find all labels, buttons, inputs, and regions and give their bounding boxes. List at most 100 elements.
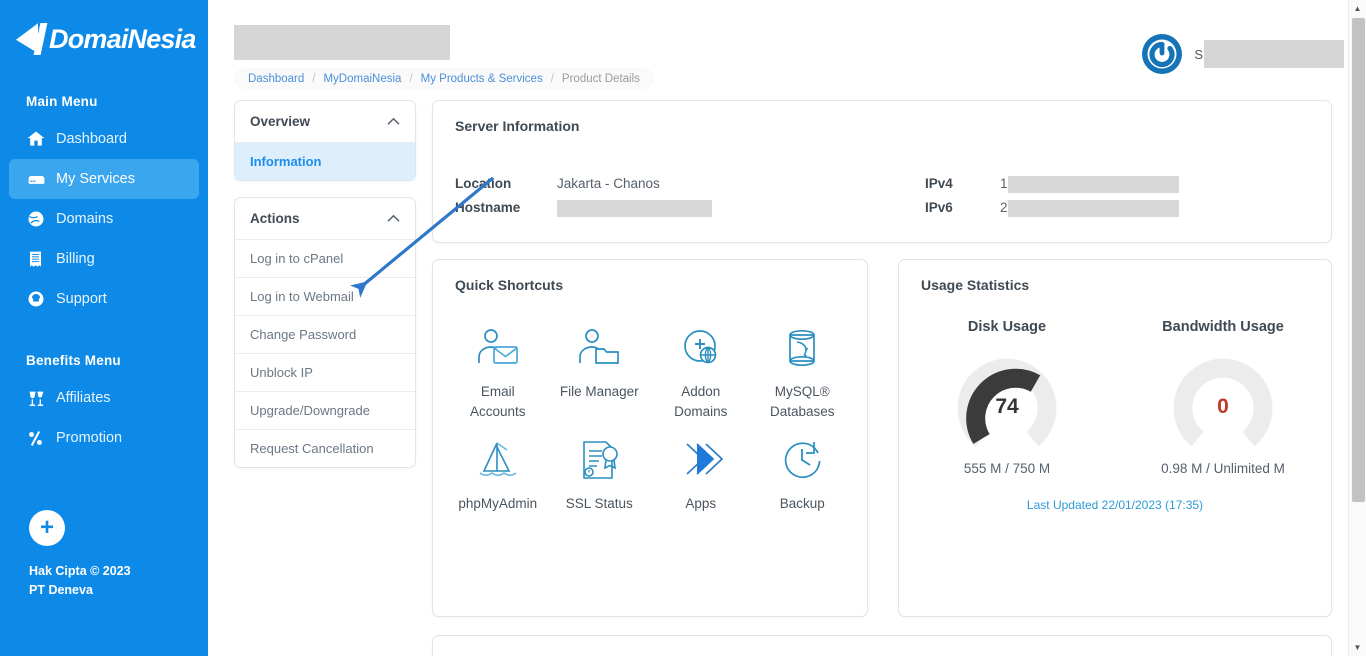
scroll-up-arrow-icon[interactable]: ▲ — [1349, 0, 1366, 17]
shortcut-apps[interactable]: Apps — [650, 435, 752, 514]
breadcrumb-item-my-products-services[interactable]: My Products & Services — [421, 73, 543, 85]
sidebar-item-my-services[interactable]: My Services — [9, 159, 199, 199]
scrollbar-thumb[interactable] — [1352, 18, 1365, 502]
shortcut-email-accounts[interactable]: Email Accounts — [447, 323, 549, 421]
bandwidth-usage-value: 0 — [1217, 395, 1229, 418]
breadcrumb: Dashboard / MyDomaiNesia / My Products &… — [234, 68, 654, 89]
sidebar: DomaiNesia Main Menu Dashboard My Servic… — [0, 0, 208, 656]
chevron-up-icon[interactable] — [387, 116, 400, 128]
action-item-login-cpanel[interactable]: Log in to cPanel — [235, 239, 415, 277]
sidebar-item-label: Domains — [56, 210, 114, 227]
user-area: S — [1140, 32, 1344, 76]
shortcut-label: File Manager — [559, 384, 639, 399]
bandwidth-usage-label: Bandwidth Usage — [1162, 319, 1284, 335]
backup-icon — [779, 435, 825, 485]
file-manager-icon — [575, 323, 623, 373]
actions-panel-header[interactable]: Actions — [235, 198, 415, 239]
apps-icon — [679, 435, 723, 485]
server-information-title: Server Information — [455, 118, 580, 134]
action-item-login-webmail[interactable]: Log in to Webmail — [235, 277, 415, 315]
home-icon — [26, 129, 56, 149]
sidebar-item-label: Support — [56, 290, 107, 307]
power-logo-icon[interactable] — [1140, 32, 1185, 76]
quick-shortcuts-grid: Email Accounts File Manager Addon Domain… — [433, 293, 867, 514]
actions-panel-title: Actions — [250, 211, 300, 226]
usage-gauges: Disk Usage 74 555 M / 750 M Bandwidth Us… — [899, 293, 1331, 476]
shortcut-addon-domains[interactable]: Addon Domains — [650, 323, 752, 421]
shortcut-backup[interactable]: Backup — [752, 435, 854, 514]
hostname-label: Hostname — [455, 200, 521, 215]
shortcut-label: Backup — [779, 496, 825, 512]
content-area: Overview Information Actions Log in to c… — [208, 100, 1348, 656]
shortcut-label: Addon Domains — [674, 384, 728, 419]
bandwidth-usage-gauge: Bandwidth Usage 0 0.98 M / Unlimited M — [1115, 319, 1331, 476]
server-ip-values: 1 2 — [1000, 172, 1179, 220]
receipt-icon — [26, 250, 56, 269]
copyright-line-1: Hak Cipta © 2023 — [29, 564, 131, 578]
percent-icon — [26, 429, 56, 448]
last-updated-link[interactable]: Last Updated 22/01/2023 (17:35) — [899, 498, 1331, 512]
sidebar-item-billing[interactable]: Billing — [9, 239, 199, 279]
shortcut-label: Email Accounts — [469, 384, 526, 419]
main-area: Dashboard / MyDomaiNesia / My Products &… — [208, 0, 1366, 656]
overview-panel-header[interactable]: Overview — [235, 101, 415, 142]
copyright-line-2: PT Deneva — [29, 583, 93, 598]
copyright: Hak Cipta © 2023 PT Deneva — [0, 562, 208, 601]
bottom-partial-card — [432, 635, 1332, 656]
sidebar-item-support[interactable]: Support — [9, 279, 199, 319]
dashboard-cards-row: Quick Shortcuts Email Accounts File Mana… — [432, 259, 1332, 617]
sidebar-item-dashboard[interactable]: Dashboard — [9, 119, 199, 159]
add-service-button[interactable]: + — [29, 510, 65, 546]
shortcut-mysql-databases[interactable]: MySQL® Databases — [752, 323, 854, 421]
overview-panel: Overview Information — [234, 100, 416, 181]
sidebar-item-domains[interactable]: Domains — [9, 199, 199, 239]
server-info-labels: Location Hostname — [455, 172, 557, 220]
vertical-scrollbar[interactable]: ▲ ▼ — [1348, 0, 1366, 656]
shortcut-phpmyadmin[interactable]: phpMyAdmin — [447, 435, 549, 514]
hostname-redacted — [557, 199, 712, 217]
overview-item-information[interactable]: Information — [235, 142, 415, 180]
scroll-down-arrow-icon[interactable]: ▼ — [1349, 639, 1366, 656]
quick-shortcuts-card: Quick Shortcuts Email Accounts File Mana… — [432, 259, 868, 617]
sidebar-item-affiliates[interactable]: Affiliates — [9, 378, 199, 418]
action-item-request-cancellation[interactable]: Request Cancellation — [235, 429, 415, 467]
shortcut-file-manager[interactable]: File Manager — [549, 323, 651, 421]
ipv4-label: IPv4 — [925, 176, 953, 191]
brand-logo[interactable]: DomaiNesia — [0, 0, 208, 78]
sidebar-item-label: Dashboard — [56, 130, 127, 147]
sidebar-item-promotion[interactable]: Promotion — [9, 418, 199, 458]
quick-shortcuts-title: Quick Shortcuts — [455, 277, 564, 293]
disk-usage-label: Disk Usage — [967, 319, 1047, 335]
user-name[interactable]: S — [1194, 40, 1344, 68]
action-item-upgrade-downgrade[interactable]: Upgrade/Downgrade — [235, 391, 415, 429]
ipv6-value: 2 — [1000, 196, 1179, 220]
main-menu-heading: Main Menu — [26, 94, 98, 109]
disk-usage-detail: 555 M / 750 M — [963, 461, 1051, 476]
globe-icon — [26, 209, 56, 229]
disk-usage-value: 74 — [995, 395, 1019, 418]
disk-usage-gauge: Disk Usage 74 555 M / 750 M — [899, 319, 1115, 476]
breadcrumb-item-mydomainesia[interactable]: MyDomaiNesia — [323, 73, 401, 85]
ipv4-prefix: 1 — [1000, 176, 1008, 191]
shortcut-ssl-status[interactable]: SSL Status — [549, 435, 651, 514]
sidebar-item-label: Promotion — [56, 429, 123, 446]
server-info-left: Location Hostname Jakarta - Chanos — [455, 172, 925, 220]
breadcrumb-item-product-details: Product Details — [561, 72, 640, 85]
overview-panel-title: Overview — [250, 114, 311, 129]
ipv4-redacted — [1007, 175, 1179, 193]
action-item-unblock-ip[interactable]: Unblock IP — [235, 353, 415, 391]
actions-panel: Actions Log in to cPanel Log in to Webma… — [234, 197, 416, 468]
phpmyadmin-icon — [474, 435, 522, 485]
ipv4-value: 1 — [1000, 172, 1179, 196]
breadcrumb-item-dashboard[interactable]: Dashboard — [248, 73, 304, 85]
server-information-card: Server Information Location Hostname Jak… — [432, 100, 1332, 243]
bandwidth-usage-donut: 0 — [1171, 351, 1275, 447]
action-item-change-password[interactable]: Change Password — [235, 315, 415, 353]
chevron-up-icon[interactable] — [387, 213, 400, 225]
ipv6-redacted — [1007, 199, 1179, 217]
server-information-grid: Location Hostname Jakarta - Chanos IPv4 … — [433, 134, 1331, 220]
shortcut-label: MySQL® Databases — [769, 384, 835, 419]
logo-text: DomaiNesia — [49, 23, 196, 54]
user-initial: S — [1194, 46, 1203, 62]
disk-usage-donut: 74 — [955, 351, 1059, 447]
